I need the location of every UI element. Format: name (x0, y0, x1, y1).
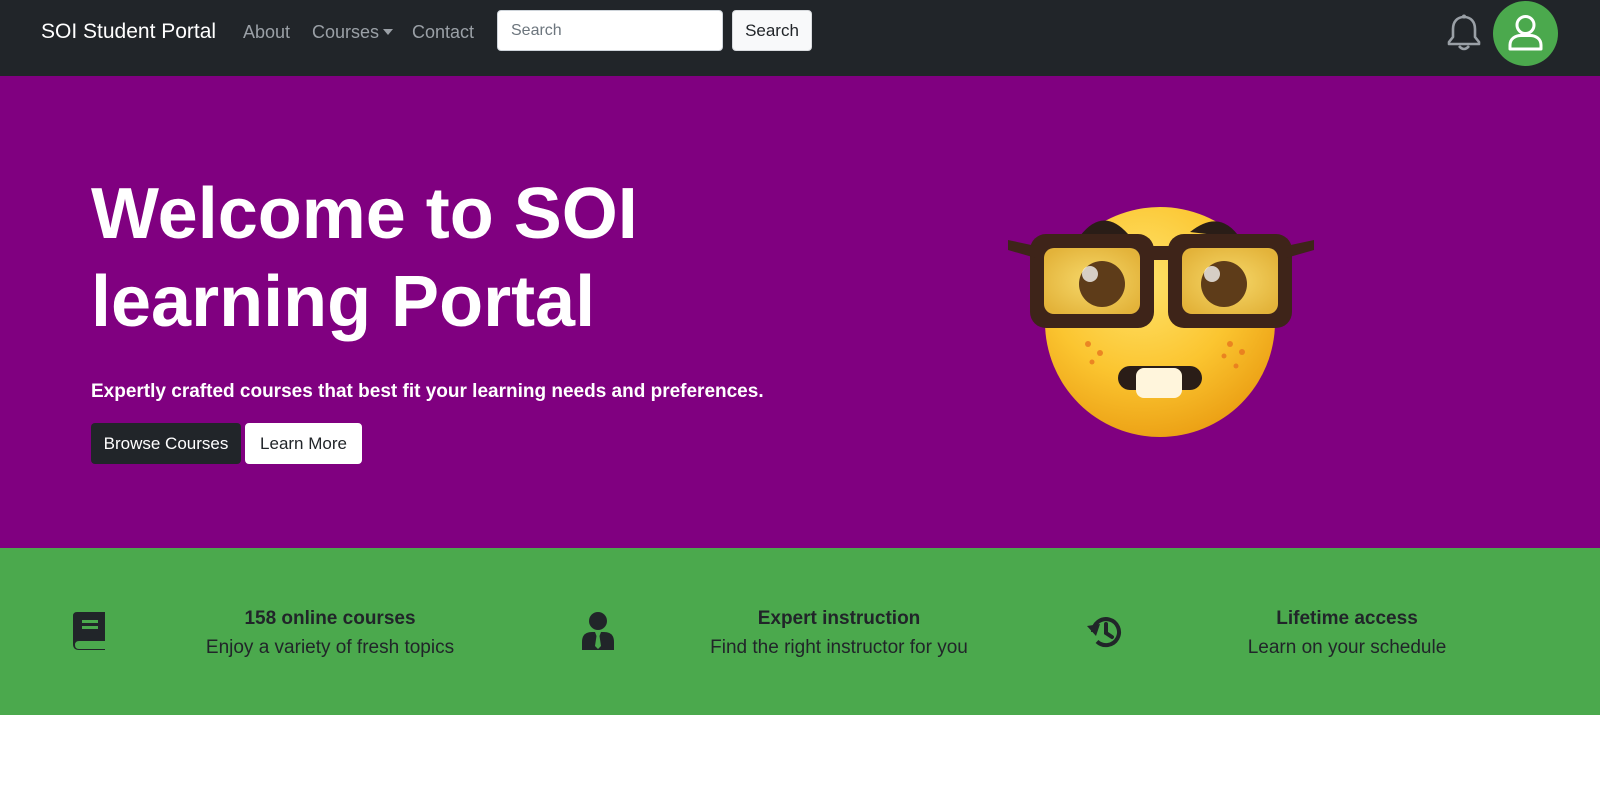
hero-subtitle: Expertly crafted courses that best fit y… (91, 381, 764, 402)
features-section: 158 online courses Enjoy a variety of fr… (0, 548, 1600, 715)
nav-courses-dropdown[interactable]: Courses (312, 22, 394, 43)
hero-section: Welcome to SOI learning Portal Expertly … (0, 76, 1600, 548)
feature-access-title: Lifetime access (1276, 608, 1418, 629)
feature-instruction-desc: Find the right instructor for you (710, 637, 968, 658)
instructor-icon (582, 612, 614, 655)
search-button[interactable]: Search (732, 10, 812, 51)
browse-courses-button[interactable]: Browse Courses (91, 423, 241, 464)
feature-access-desc: Learn on your schedule (1247, 637, 1447, 658)
bell-icon[interactable] (1446, 13, 1482, 51)
nav-contact-link[interactable]: Contact (412, 22, 474, 43)
user-avatar-icon (1508, 15, 1543, 51)
navbar: SOI Student Portal About Courses Contact… (0, 0, 1600, 76)
nerd-face-emoji-icon (1008, 207, 1314, 437)
chevron-down-icon (383, 29, 394, 35)
nav-about-link[interactable]: About (243, 22, 290, 43)
hero-title: Welcome to SOI learning Portal (91, 174, 638, 342)
learn-more-button[interactable]: Learn More (245, 423, 362, 464)
feature-courses-desc: Enjoy a variety of fresh topics (205, 637, 455, 658)
history-icon (1087, 613, 1125, 656)
feature-courses-title: 158 online courses (244, 608, 416, 629)
user-avatar-button[interactable] (1493, 1, 1558, 66)
search-input[interactable] (497, 10, 723, 51)
book-icon (73, 612, 107, 655)
feature-instruction-title: Expert instruction (757, 608, 921, 629)
brand-link[interactable]: SOI Student Portal (41, 20, 216, 44)
nav-courses-label: Courses (312, 22, 380, 42)
